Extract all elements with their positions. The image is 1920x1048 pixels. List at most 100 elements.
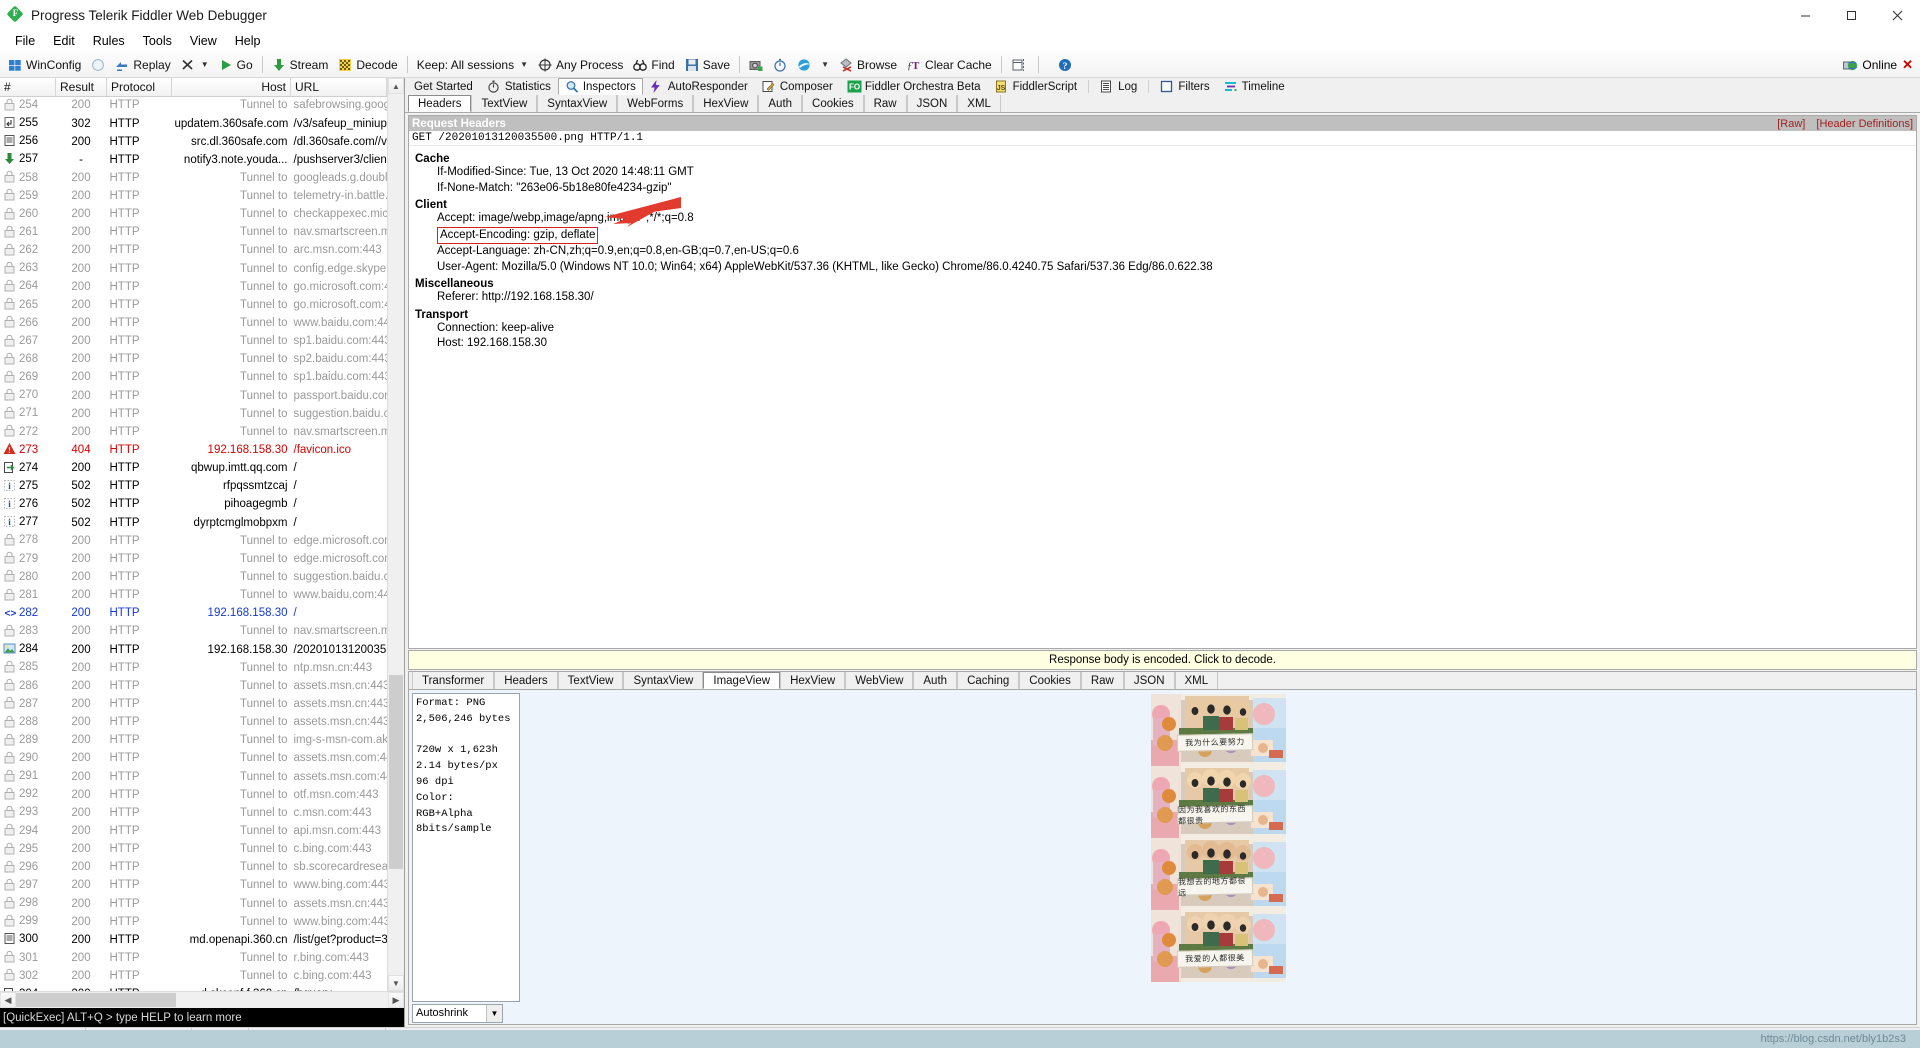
table-row[interactable]: 283 200 HTTP Tunnel to nav.smartscreen.micr (0, 623, 387, 641)
toolbar-go-button[interactable]: Go (214, 53, 258, 76)
toolbar-timer-button[interactable] (768, 53, 792, 76)
request-tab-syntaxview[interactable]: SyntaxView (537, 95, 618, 112)
toolbar-textwizard-button[interactable]: ƒT Clear Cache (902, 53, 997, 76)
request-tab-raw[interactable]: Raw (863, 95, 907, 112)
tab-statistics[interactable]: Statistics (480, 78, 558, 95)
table-row[interactable]: 291 200 HTTP Tunnel to assets.msn.com:443 (0, 768, 387, 786)
tab-inspectors[interactable]: Inspectors (557, 78, 643, 95)
table-row[interactable]: <> 282 200 HTTP 192.168.158.30 / (0, 605, 387, 623)
scroll-right-icon[interactable]: ▶ (388, 992, 404, 1008)
menu-rules[interactable]: Rules (84, 32, 134, 50)
table-row[interactable]: 289 200 HTTP Tunnel to img-s-msn-com.akama (0, 732, 387, 750)
column-header-protocol[interactable]: Protocol (106, 78, 172, 97)
response-tab-headers[interactable]: Headers (494, 672, 558, 689)
request-tab-xml[interactable]: XML (957, 95, 1001, 112)
request-tab-textview[interactable]: TextView (471, 95, 538, 112)
request-tab-hexview[interactable]: HexView (693, 95, 759, 112)
online-close-icon[interactable]: ✕ (1902, 57, 1913, 73)
keep-caret-icon[interactable]: ▼ (520, 60, 528, 69)
table-row[interactable]: 301 200 HTTP Tunnel to r.bing.com:443 (0, 950, 387, 968)
tab-fiddlerscript[interactable]: JS FiddlerScript (988, 78, 1085, 95)
table-row[interactable]: 297 200 HTTP Tunnel to www.bing.com:443 (0, 877, 387, 895)
toolbar-decode-button[interactable]: Decode (333, 53, 402, 76)
header-line[interactable]: Accept-Language: zh-CN,zh;q=0.9,en;q=0.8… (415, 244, 1910, 260)
table-row[interactable]: 299 200 HTTP Tunnel to www.bing.com:443 (0, 913, 387, 931)
tab-log[interactable]: Log (1093, 78, 1144, 95)
scroll-left-icon[interactable]: ◀ (0, 992, 16, 1008)
table-row[interactable]: ! 273 404 HTTP 192.168.158.30/favicon.ico (0, 442, 387, 460)
header-line[interactable]: User-Agent: Mozilla/5.0 (Windows NT 10.0… (415, 260, 1910, 276)
response-tab-syntaxview[interactable]: SyntaxView (623, 672, 704, 689)
toolbar-help-button[interactable]: ? (1053, 53, 1077, 76)
header-line[interactable]: Accept-Encoding: gzip, deflate (415, 226, 1910, 244)
column-header-host[interactable]: Host (171, 78, 291, 97)
scroll-up-icon[interactable]: ▲ (388, 78, 404, 94)
table-row[interactable]: 280 200 HTTP Tunnel to suggestion.baidu.com (0, 569, 387, 587)
toolbar-tearoff-button[interactable] (1006, 53, 1034, 76)
table-row[interactable]: 290 200 HTTP Tunnel to assets.msn.com:443 (0, 750, 387, 768)
column-header-result[interactable]: Result (55, 78, 107, 97)
toolbar-find-button[interactable]: Find (628, 53, 679, 76)
tab-autoresponder[interactable]: AutoResponder (643, 78, 755, 95)
header-line[interactable]: If-None-Match: "263e06-5b18e80fe4234-gzi… (415, 181, 1910, 197)
table-row[interactable]: 259 200 HTTP Tunnel to telemetry-in.battle.n… (0, 188, 387, 206)
minimize-button[interactable] (1782, 0, 1828, 30)
table-row[interactable]: 269 200 HTTP Tunnel to sp1.baidu.com:443 (0, 369, 387, 387)
sessions-vertical-scrollbar[interactable]: ▲ ▼ (387, 78, 404, 991)
request-tab-json[interactable]: JSON (906, 95, 958, 112)
toolbar-stream-button[interactable]: Stream (267, 53, 334, 76)
scroll-thumb[interactable] (389, 675, 403, 870)
toolbar-camera-button[interactable] (744, 53, 768, 76)
tab-composer[interactable]: Composer (755, 78, 840, 95)
table-row[interactable]: 300 200 HTTP md.openapi.360.cn/list/get?pro… (0, 931, 387, 949)
tab-timeline[interactable]: Timeline (1217, 78, 1292, 95)
table-row[interactable]: 288 200 HTTP Tunnel to assets.msn.cn:443 (0, 714, 387, 732)
chevron-down-icon[interactable]: ▼ (486, 1004, 502, 1022)
toolbar-keep-dropdown[interactable]: Keep: All sessions ▼ (412, 53, 533, 76)
toolbar-winconfig-button[interactable]: WinConfig (3, 53, 86, 76)
table-row[interactable]: 268 200 HTTP Tunnel to sp2.baidu.com:443 (0, 351, 387, 369)
response-tab-webview[interactable]: WebView (845, 672, 914, 689)
menu-file[interactable]: File (6, 32, 44, 50)
response-tab-hexview[interactable]: HexView (780, 672, 846, 689)
table-row[interactable]: 265 200 HTTP Tunnel to go.microsoft.com:443 (0, 297, 387, 315)
table-row[interactable]: i 275 502 HTTP rfpqssmtzcaj / (0, 478, 387, 496)
table-row[interactable]: 272 200 HTTP Tunnel to nav.smartscreen.micr (0, 424, 387, 442)
toolbar-browse-button[interactable]: ▼ (792, 53, 834, 76)
table-row[interactable]: 267 200 HTTP Tunnel to sp1.baidu.com:443 (0, 333, 387, 351)
table-row[interactable]: 296 200 HTTP Tunnel to sb.scorecardresearch (0, 859, 387, 877)
response-tab-cookies[interactable]: Cookies (1019, 672, 1081, 689)
table-row[interactable]: 278 200 HTTP Tunnel to edge.microsoft.com:4 (0, 532, 387, 550)
table-row[interactable]: i 276 502 HTTP pihoagegmb / (0, 496, 387, 514)
toolbar-msdn-search-button[interactable] (1043, 53, 1053, 76)
menu-help[interactable]: Help (226, 32, 270, 50)
response-tab-json[interactable]: JSON (1123, 672, 1175, 689)
table-row[interactable]: 270 200 HTTP Tunnel to passport.baidu.com:4 (0, 387, 387, 405)
response-encoded-notice[interactable]: Response body is encoded. Click to decod… (408, 650, 1917, 670)
column-header-url[interactable]: URL (290, 78, 387, 97)
column-header-number[interactable]: # (0, 78, 56, 97)
header-line[interactable]: If-Modified-Since: Tue, 13 Oct 2020 14:4… (415, 165, 1910, 181)
scroll-down-icon[interactable]: ▼ (388, 975, 404, 991)
table-row[interactable]: 302 200 HTTP Tunnel to c.bing.com:443 (0, 968, 387, 986)
table-row[interactable]: 262 200 HTTP Tunnel to arc.msn.com:443 (0, 242, 387, 260)
raw-link[interactable]: [Raw] (1777, 118, 1805, 130)
remove-caret-icon[interactable]: ▼ (201, 60, 209, 69)
table-row[interactable]: 264 200 HTTP Tunnel to go.microsoft.com:443 (0, 278, 387, 296)
menu-tools[interactable]: Tools (134, 32, 181, 50)
tab-get-started[interactable]: Get Started (407, 78, 480, 95)
header-line[interactable]: Host: 192.168.158.30 (415, 336, 1910, 352)
table-row[interactable]: 295 200 HTTP Tunnel to c.bing.com:443 (0, 841, 387, 859)
response-tab-auth[interactable]: Auth (913, 672, 958, 689)
hscroll-track[interactable] (16, 992, 388, 1008)
scroll-track[interactable] (388, 94, 404, 975)
close-button[interactable] (1874, 0, 1920, 30)
table-row[interactable]: 254 200 HTTP Tunnel to safebrowsing.googlea (0, 97, 387, 116)
table-row[interactable]: i 277 502 HTTP dyrptcmglmobpxm / (0, 514, 387, 532)
table-row[interactable]: 294 200 HTTP Tunnel to api.msn.com:443 (0, 823, 387, 841)
tab-filters[interactable]: Filters (1153, 78, 1216, 95)
table-row[interactable]: 256 200 HTTP src.dl.360safe.com/dl.360safe.… (0, 133, 387, 151)
toolbar-any-process-button[interactable]: Any Process (533, 53, 628, 76)
request-tab-headers[interactable]: Headers (408, 95, 472, 112)
table-row[interactable]: 266 200 HTTP Tunnel to www.baidu.com:443 (0, 315, 387, 333)
